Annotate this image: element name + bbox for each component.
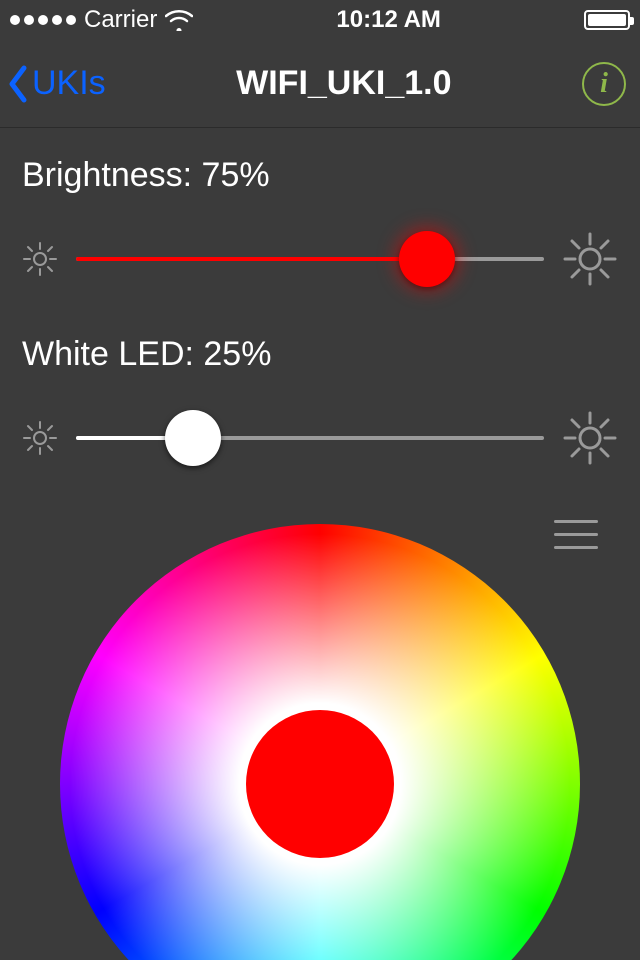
carrier-label: Carrier	[84, 6, 157, 34]
brightness-low-icon	[22, 241, 58, 277]
white-led-label: White LED: 25%	[22, 335, 618, 374]
info-button[interactable]: i	[582, 62, 626, 106]
brightness-slider[interactable]	[76, 237, 544, 281]
status-bar: Carrier 10:12 AM	[0, 0, 640, 40]
brightness-label: Brightness: 75%	[22, 156, 618, 195]
white-led-slider[interactable]	[76, 416, 544, 460]
back-label: UKIs	[32, 64, 106, 103]
color-wheel[interactable]	[60, 524, 580, 960]
info-icon: i	[600, 68, 608, 100]
back-button[interactable]: UKIs	[6, 64, 106, 104]
white-led-slider-thumb[interactable]	[165, 410, 221, 466]
brightness-slider-thumb[interactable]	[399, 231, 455, 287]
white-led-high-icon	[562, 410, 618, 466]
main-content: Brightness: 75%	[0, 128, 640, 960]
signal-strength-icon	[10, 15, 76, 25]
wifi-icon	[165, 9, 193, 31]
chevron-left-icon	[6, 64, 30, 104]
selected-color-indicator	[246, 710, 394, 858]
navigation-bar: UKIs WIFI_UKI_1.0 i	[0, 40, 640, 128]
status-time: 10:12 AM	[193, 6, 584, 34]
white-led-slider-row	[22, 410, 618, 466]
page-title: WIFI_UKI_1.0	[106, 64, 582, 103]
color-picker-area	[22, 514, 618, 960]
white-led-low-icon	[22, 420, 58, 456]
battery-icon	[584, 10, 630, 30]
brightness-slider-row	[22, 231, 618, 287]
brightness-high-icon	[562, 231, 618, 287]
